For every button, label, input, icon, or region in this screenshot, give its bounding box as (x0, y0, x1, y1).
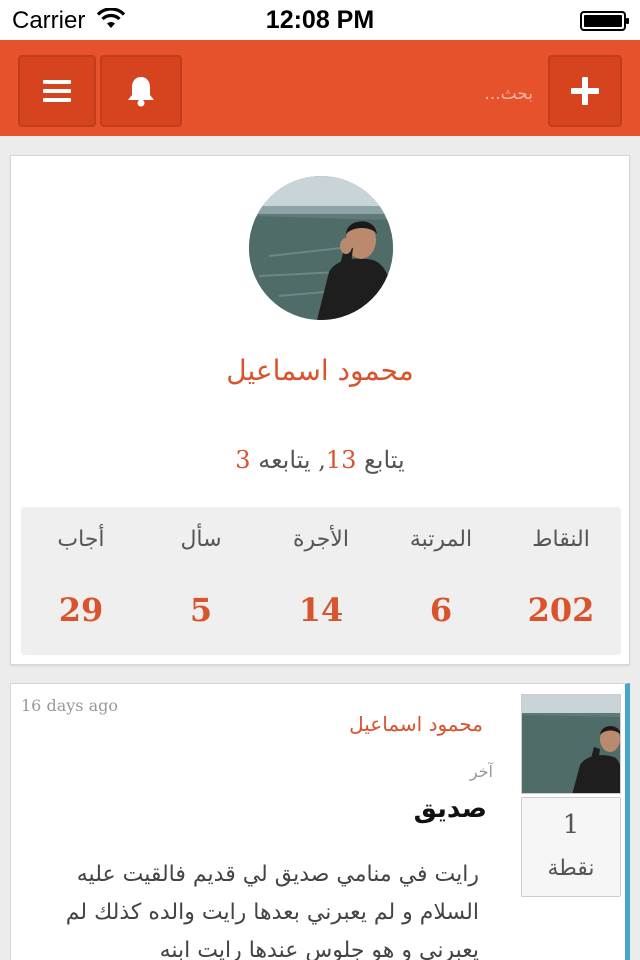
stats-panel: النقاط 202 المرتبة 6 الأجرة 14 سأل 5 أجا… (21, 507, 621, 655)
following-count[interactable]: 13 (326, 446, 357, 474)
stat-asked: سأل 5 (141, 507, 261, 655)
stat-value: 14 (298, 591, 344, 629)
points-label: نقطة (547, 856, 595, 881)
post-category[interactable]: آخر (470, 762, 493, 781)
stat-value: 202 (527, 591, 595, 629)
following-label: يتابع (364, 446, 405, 474)
profile-card: محمود اسماعيل يتابع 13, يتابعه 3 النقاط … (10, 155, 630, 665)
post-author-avatar[interactable] (521, 694, 621, 794)
search-input[interactable] (200, 78, 533, 110)
plus-icon (571, 77, 599, 105)
stat-rank: المرتبة 6 (381, 507, 501, 655)
stat-answered: أجاب 29 (21, 507, 141, 655)
points-value: 1 (562, 810, 580, 840)
stat-value: 29 (58, 591, 104, 629)
hamburger-icon (43, 80, 71, 102)
notifications-button[interactable] (100, 55, 182, 127)
menu-button[interactable] (18, 55, 96, 127)
stat-label: أجاب (57, 527, 105, 552)
followers-count[interactable]: 3 (235, 446, 250, 474)
post-author[interactable]: محمود اسماعيل (349, 712, 483, 736)
add-button[interactable] (548, 55, 622, 127)
stat-label: سأل (180, 527, 222, 552)
profile-name[interactable]: محمود اسماعيل (11, 354, 629, 387)
followers-label: يتابعه (258, 446, 311, 474)
profile-avatar[interactable] (249, 176, 393, 320)
app-header (0, 40, 640, 136)
stat-reward: الأجرة 14 (261, 507, 381, 655)
stat-value: 5 (189, 591, 213, 629)
battery-icon (580, 11, 629, 31)
follow-summary: يتابع 13, يتابعه 3 (235, 446, 405, 474)
bell-icon (128, 77, 154, 107)
stat-value: 6 (429, 591, 453, 629)
stat-label: النقاط (532, 527, 590, 552)
post-title[interactable]: صديق (414, 794, 487, 824)
status-bar: Carrier 12:08 PM (0, 0, 640, 40)
post-card[interactable]: 16 days ago محمود اسماعيل آخر صديق رايت … (10, 683, 630, 960)
clock: 12:08 PM (265, 6, 375, 34)
stat-label: المرتبة (409, 527, 473, 552)
post-timestamp: 16 days ago (21, 696, 118, 715)
post-body: رايت في منامي صديق لي قديم فالقيت عليه ا… (65, 862, 479, 960)
stat-points: النقاط 202 (501, 507, 621, 655)
post-points-box: 1 نقطة (521, 797, 621, 897)
stat-label: الأجرة (293, 527, 349, 552)
